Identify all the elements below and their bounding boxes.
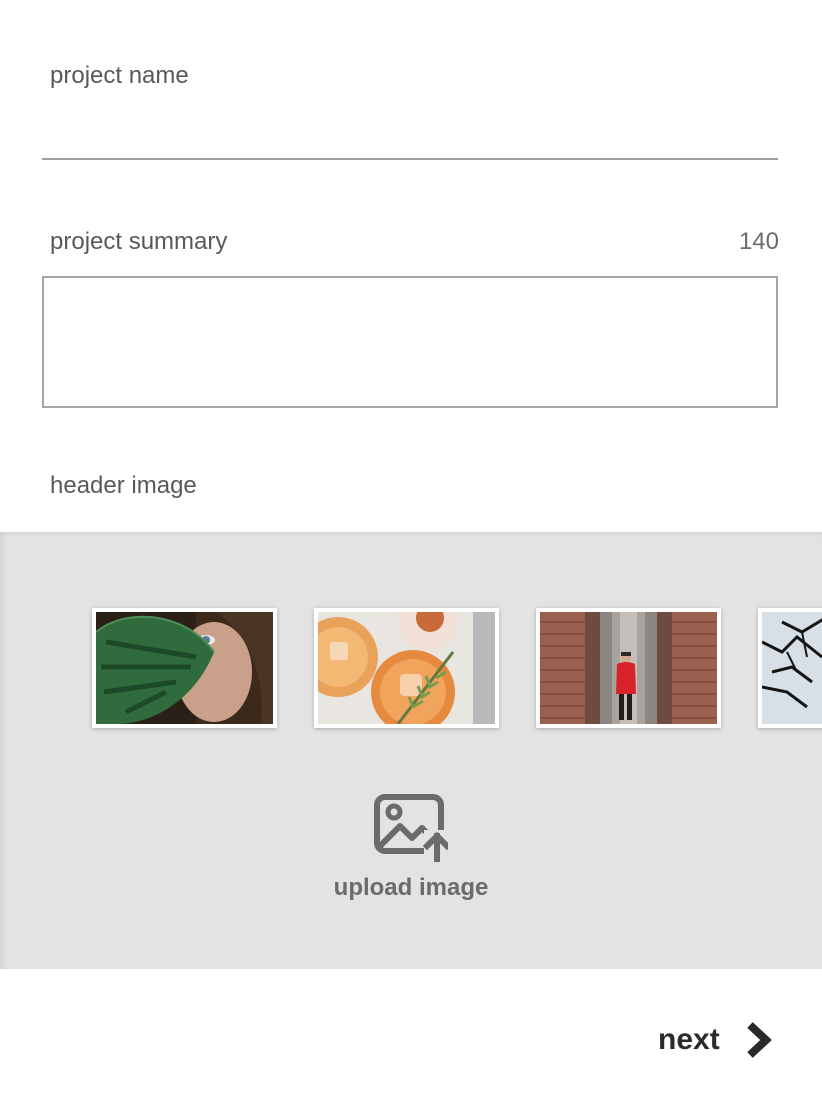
header-image-thumbnail[interactable] <box>92 608 277 728</box>
person-in-red-coat-brick-arches-image <box>540 612 717 724</box>
header-image-thumbnail[interactable] <box>314 608 499 728</box>
project-summary-textarea[interactable] <box>42 276 778 408</box>
next-label: next <box>658 1023 720 1056</box>
new-project-form: project name project summary 140 header … <box>0 0 822 1094</box>
cracked-abstract-pattern-image <box>762 612 822 724</box>
header-image-thumbnail[interactable] <box>536 608 721 728</box>
upload-image-button[interactable]: upload image <box>311 790 511 910</box>
header-image-thumbnail[interactable] <box>758 608 822 728</box>
next-button[interactable]: next <box>658 1018 774 1062</box>
project-name-label: project name <box>50 62 189 89</box>
header-image-label: header image <box>50 472 197 499</box>
portrait-with-monstera-leaf-image <box>96 612 273 724</box>
project-name-input[interactable] <box>42 110 778 160</box>
cocktail-glasses-image <box>318 612 495 724</box>
summary-char-counter: 140 <box>738 228 779 255</box>
upload-image-label: upload image <box>333 874 489 901</box>
header-image-gallery[interactable]: upload image <box>0 532 822 969</box>
image-upload-icon <box>374 794 448 862</box>
project-summary-label: project summary <box>50 228 228 255</box>
chevron-right-icon <box>746 1022 772 1058</box>
